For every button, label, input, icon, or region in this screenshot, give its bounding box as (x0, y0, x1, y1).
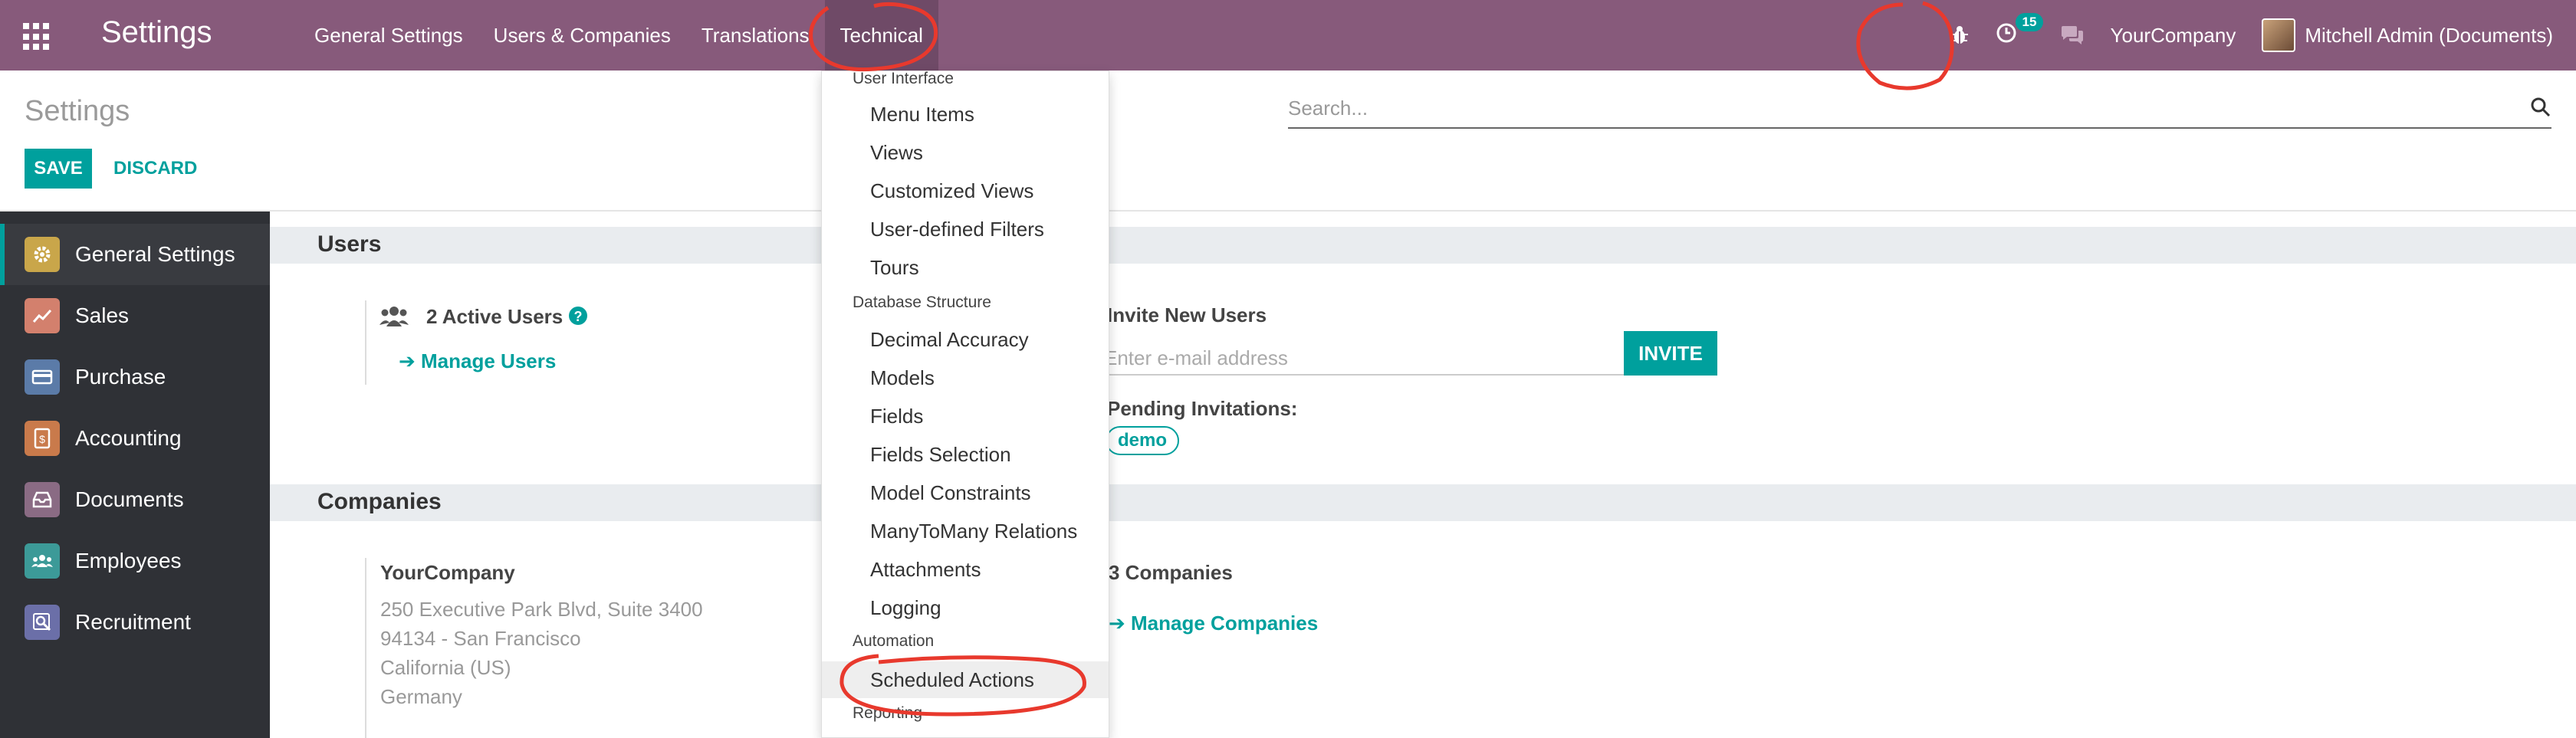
manage-users-label: Manage Users (421, 349, 557, 372)
menu-item-scheduled-actions[interactable]: Scheduled Actions (822, 661, 1109, 698)
menu-item-views[interactable]: Views (822, 134, 1109, 171)
users-section-title: Users (317, 231, 382, 257)
dropdown-header-reporting: Reporting (853, 704, 923, 722)
menu-item-logging[interactable]: Logging (822, 589, 1109, 626)
search-icon[interactable] (2530, 97, 2551, 122)
company-switcher[interactable]: YourCompany (2111, 24, 2236, 48)
activity-count-badge: 15 (2015, 12, 2044, 31)
chart-icon (25, 298, 60, 333)
gear-icon (25, 237, 60, 272)
top-navbar: Settings General Settings Users & Compan… (0, 0, 2576, 71)
dropdown-header-user-interface: User Interface (853, 70, 954, 87)
menu-translations[interactable]: Translations (686, 0, 825, 71)
divider (365, 300, 366, 385)
user-menu[interactable]: Mitchell Admin (Documents) (2262, 18, 2553, 52)
manage-users-link[interactable]: ➔ Manage Users (399, 349, 556, 373)
search-bar (1288, 90, 2551, 129)
apps-menu-icon[interactable] (23, 23, 51, 51)
sidebar-item-sales[interactable]: Sales (0, 285, 270, 346)
svg-text:$: $ (39, 433, 45, 445)
invite-button[interactable]: INVITE (1624, 331, 1717, 376)
chat-icon[interactable] (2060, 25, 2085, 46)
technical-dropdown-menu: User Interface Menu Items Views Customiz… (821, 70, 1109, 738)
sidebar-item-recruitment[interactable]: Recruitment (0, 592, 270, 653)
menu-users-companies[interactable]: Users & Companies (478, 0, 686, 71)
search-doc-icon (25, 605, 60, 640)
card-icon (25, 359, 60, 395)
active-users-count: 2 Active Users (426, 305, 564, 328)
menu-item-menu-items[interactable]: Menu Items (822, 96, 1109, 133)
company-address-line: 250 Executive Park Blvd, Suite 3400 (380, 598, 703, 621)
main-menu: General Settings Users & Companies Trans… (299, 0, 938, 71)
companies-section-header (270, 484, 2576, 521)
invite-email-field[interactable] (1104, 342, 1625, 376)
menu-item-customized-views[interactable]: Customized Views (822, 172, 1109, 209)
user-name: Mitchell Admin (Documents) (2305, 23, 2553, 47)
sidebar-item-label: Sales (75, 303, 130, 327)
systray: 15 YourCompany Mitchell Admin (Documents… (1950, 0, 2553, 71)
users-icon (379, 303, 409, 333)
search-input[interactable] (1288, 90, 2499, 126)
company-address-line: 94134 - San Francisco (380, 627, 581, 650)
settings-sidebar: General Settings Sales Purchase $ Accoun… (0, 212, 270, 738)
help-icon[interactable]: ? (567, 305, 589, 330)
menu-item-fields-selection[interactable]: Fields Selection (822, 436, 1109, 473)
dropdown-header-automation: Automation (853, 632, 935, 650)
sidebar-item-label: Purchase (75, 365, 166, 389)
companies-section-title: Companies (317, 489, 442, 514)
companies-count: 3 Companies (1109, 561, 1233, 584)
debug-bug-icon[interactable] (1950, 25, 1970, 45)
company-address-line: Germany (380, 685, 462, 708)
people-icon (25, 543, 60, 579)
sidebar-item-label: Employees (75, 549, 182, 572)
menu-item-model-constraints[interactable]: Model Constraints (822, 474, 1109, 511)
dollar-icon: $ (25, 421, 60, 456)
menu-general-settings[interactable]: General Settings (299, 0, 478, 71)
sidebar-item-general-settings[interactable]: General Settings (0, 224, 270, 285)
sidebar-item-label: Accounting (75, 426, 182, 450)
menu-item-models[interactable]: Models (822, 359, 1109, 396)
manage-companies-label: Manage Companies (1131, 612, 1319, 635)
svg-text:?: ? (574, 309, 583, 324)
activity-menu[interactable]: 15 (1996, 12, 2044, 49)
menu-technical[interactable]: Technical (824, 0, 938, 71)
page-title: Settings (25, 95, 130, 127)
company-address-line: California (US) (380, 656, 511, 679)
sidebar-item-purchase[interactable]: Purchase (0, 346, 270, 408)
menu-item-fields[interactable]: Fields (822, 398, 1109, 435)
save-button[interactable]: SAVE (25, 149, 92, 189)
clock-icon (1996, 23, 2016, 42)
arrow-right-icon: ➔ (1109, 612, 1132, 635)
sidebar-item-documents[interactable]: Documents (0, 469, 270, 530)
users-section-header (270, 227, 2576, 264)
manage-companies-link[interactable]: ➔ Manage Companies (1109, 612, 1318, 635)
sidebar-item-label: Documents (75, 487, 184, 511)
menu-item-attachments[interactable]: Attachments (822, 551, 1109, 588)
app-brand[interactable]: Settings (101, 15, 212, 50)
invite-title: Invite New Users (1107, 303, 1267, 326)
divider (0, 210, 2576, 212)
company-name: YourCompany (380, 561, 515, 584)
inbox-icon (25, 482, 60, 517)
sidebar-item-employees[interactable]: Employees (0, 530, 270, 592)
avatar (2262, 18, 2296, 52)
sidebar-item-label: General Settings (75, 242, 235, 266)
sidebar-item-label: Recruitment (75, 610, 191, 634)
menu-item-many2many-relations[interactable]: ManyToMany Relations (822, 513, 1109, 549)
menu-item-user-defined-filters[interactable]: User-defined Filters (822, 211, 1109, 248)
divider (365, 558, 366, 738)
discard-button[interactable]: DISCARD (113, 149, 197, 189)
menu-item-decimal-accuracy[interactable]: Decimal Accuracy (822, 321, 1109, 358)
pending-invitations-title: Pending Invitations: (1107, 397, 1298, 420)
menu-item-tours[interactable]: Tours (822, 249, 1109, 286)
dropdown-header-database-structure: Database Structure (853, 294, 991, 311)
pending-invitation-tag[interactable]: demo (1106, 426, 1180, 455)
arrow-right-icon: ➔ (399, 349, 422, 372)
sidebar-item-accounting[interactable]: $ Accounting (0, 408, 270, 469)
